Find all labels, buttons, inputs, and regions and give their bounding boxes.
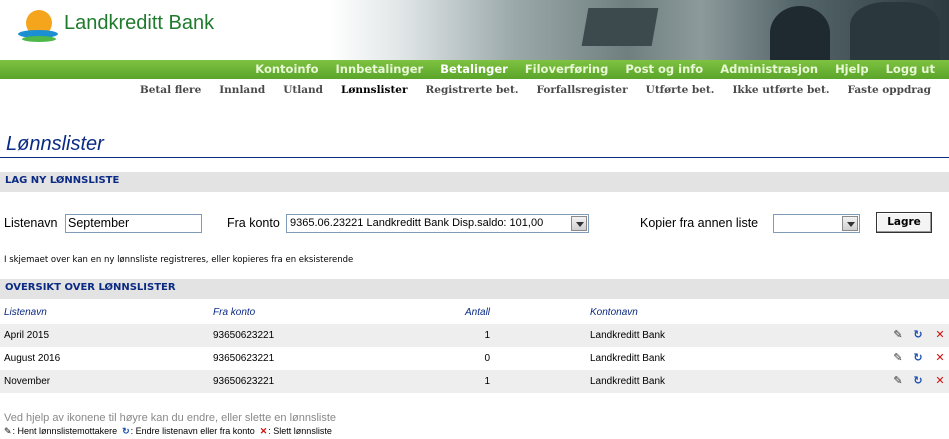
column-header-antall[interactable]: Antall (465, 307, 490, 318)
row-fra-konto: 93650623221 (213, 353, 275, 364)
fra-konto-value: 9365.06.23221 Landkreditt Bank Disp.sald… (290, 217, 544, 229)
header-banner: Landkreditt Bank (0, 0, 949, 60)
listenavn-input[interactable]: September (65, 214, 202, 233)
sub-nav-item-faste-oppdrag[interactable]: Faste oppdrag (848, 84, 932, 96)
column-header-listenavn[interactable]: Listenavn (4, 307, 47, 318)
main-nav-item-hjelp[interactable]: Hjelp (835, 62, 869, 76)
sub-nav: Betal flere Innland Utland Lønnslister R… (122, 84, 931, 96)
main-nav-item-logg-ut[interactable]: Logg ut (886, 62, 935, 76)
table-row: August 2016 93650623221 0 Landkreditt Ba… (0, 347, 949, 370)
chevron-down-icon[interactable] (842, 216, 858, 231)
delete-icon: ✕ (259, 426, 268, 436)
main-nav-item-administrasjon[interactable]: Administrasjon (720, 62, 818, 76)
legend-fetch-text: : Hent lønnslistemottakere (12, 426, 118, 436)
row-kontonavn: Landkreditt Bank (590, 330, 666, 341)
save-button[interactable]: Lagre (876, 212, 932, 233)
main-nav-item-betalinger[interactable]: Betalinger (440, 62, 508, 76)
row-fra-konto: 93650623221 (213, 376, 275, 387)
sub-nav-item-innland[interactable]: Innland (219, 84, 265, 96)
listenavn-label: Listenavn (4, 216, 58, 230)
fra-konto-select[interactable]: 9365.06.23221 Landkreditt Bank Disp.sald… (286, 214, 589, 233)
sub-nav-item-lonnslister[interactable]: Lønnslister (341, 84, 408, 96)
column-header-fra-konto[interactable]: Fra konto (213, 307, 255, 318)
row-listenavn[interactable]: August 2016 (4, 353, 60, 364)
title-divider (0, 157, 949, 158)
brand-name: Landkreditt Bank (64, 12, 215, 34)
kopier-label: Kopier fra annen liste (640, 216, 759, 230)
delete-icon[interactable]: ✕ (933, 328, 947, 342)
sub-nav-item-utland[interactable]: Utland (283, 84, 323, 96)
page-title: Lønnslister (6, 133, 104, 155)
main-nav-item-innbetalinger[interactable]: Innbetalinger (335, 62, 423, 76)
row-listenavn[interactable]: April 2015 (4, 330, 49, 341)
new-list-section-title: LAG NY LØNNSLISTE (5, 175, 120, 186)
overview-section-title: OVERSIKT OVER LØNNSLISTER (5, 282, 176, 293)
sub-nav-item-utforte-bet[interactable]: Utførte bet. (646, 84, 715, 96)
column-header-kontonavn[interactable]: Kontonavn (590, 307, 638, 318)
new-list-section-header: LAG NY LØNNSLISTE (0, 172, 949, 192)
sub-nav-item-registrerte-bet[interactable]: Registrerte bet. (426, 84, 519, 96)
fra-konto-label: Fra konto (227, 216, 280, 230)
chevron-down-icon[interactable] (571, 216, 587, 231)
main-nav: Kontoinfo Innbetalinger Betalinger Filov… (0, 60, 949, 79)
row-antall: 1 (484, 330, 490, 341)
row-kontonavn: Landkreditt Bank (590, 376, 666, 387)
refresh-icon[interactable]: ↻ (911, 328, 925, 342)
new-list-info: I skjemaet over kan en ny lønnsliste reg… (4, 255, 354, 265)
header-photo (330, 0, 949, 60)
fetch-recipients-icon[interactable]: ✎ (891, 351, 905, 365)
delete-icon[interactable]: ✕ (933, 351, 947, 365)
fetch-recipients-icon: ✎ (4, 426, 12, 436)
table-row: April 2015 93650623221 1 Landkreditt Ban… (0, 324, 949, 347)
sub-nav-item-ikke-utforte-bet[interactable]: Ikke utførte bet. (732, 84, 829, 96)
help-text: Ved hjelp av ikonene til høyre kan du en… (4, 412, 337, 424)
sub-nav-item-forfallsregister[interactable]: Forfallsregister (537, 84, 628, 96)
delete-icon[interactable]: ✕ (933, 374, 947, 388)
icon-legend: ✎: Hent lønnslistemottakere ↻: Endre lis… (4, 426, 332, 437)
main-nav-item-post-og-info[interactable]: Post og info (625, 62, 703, 76)
legend-delete-text: : Slett lønnsliste (268, 426, 332, 436)
row-antall: 1 (484, 376, 490, 387)
row-fra-konto: 93650623221 (213, 330, 275, 341)
main-nav-item-kontoinfo[interactable]: Kontoinfo (255, 62, 318, 76)
sub-nav-item-betal-flere[interactable]: Betal flere (140, 84, 201, 96)
row-antall: 0 (484, 353, 490, 364)
legend-edit-text: : Endre listenavn eller fra konto (130, 426, 255, 436)
refresh-icon[interactable]: ↻ (911, 374, 925, 388)
fetch-recipients-icon[interactable]: ✎ (891, 328, 905, 342)
fetch-recipients-icon[interactable]: ✎ (891, 374, 905, 388)
kopier-select[interactable] (773, 214, 860, 233)
refresh-icon[interactable]: ↻ (911, 351, 925, 365)
table-row: November 93650623221 1 Landkreditt Bank … (0, 370, 949, 393)
row-listenavn[interactable]: November (4, 376, 50, 387)
refresh-icon: ↻ (122, 426, 130, 436)
main-nav-item-filoverforing[interactable]: Filoverføring (525, 62, 609, 76)
logo-wave-icon (22, 36, 56, 42)
overview-section-header: OVERSIKT OVER LØNNSLISTER (0, 279, 949, 299)
row-kontonavn: Landkreditt Bank (590, 353, 666, 364)
